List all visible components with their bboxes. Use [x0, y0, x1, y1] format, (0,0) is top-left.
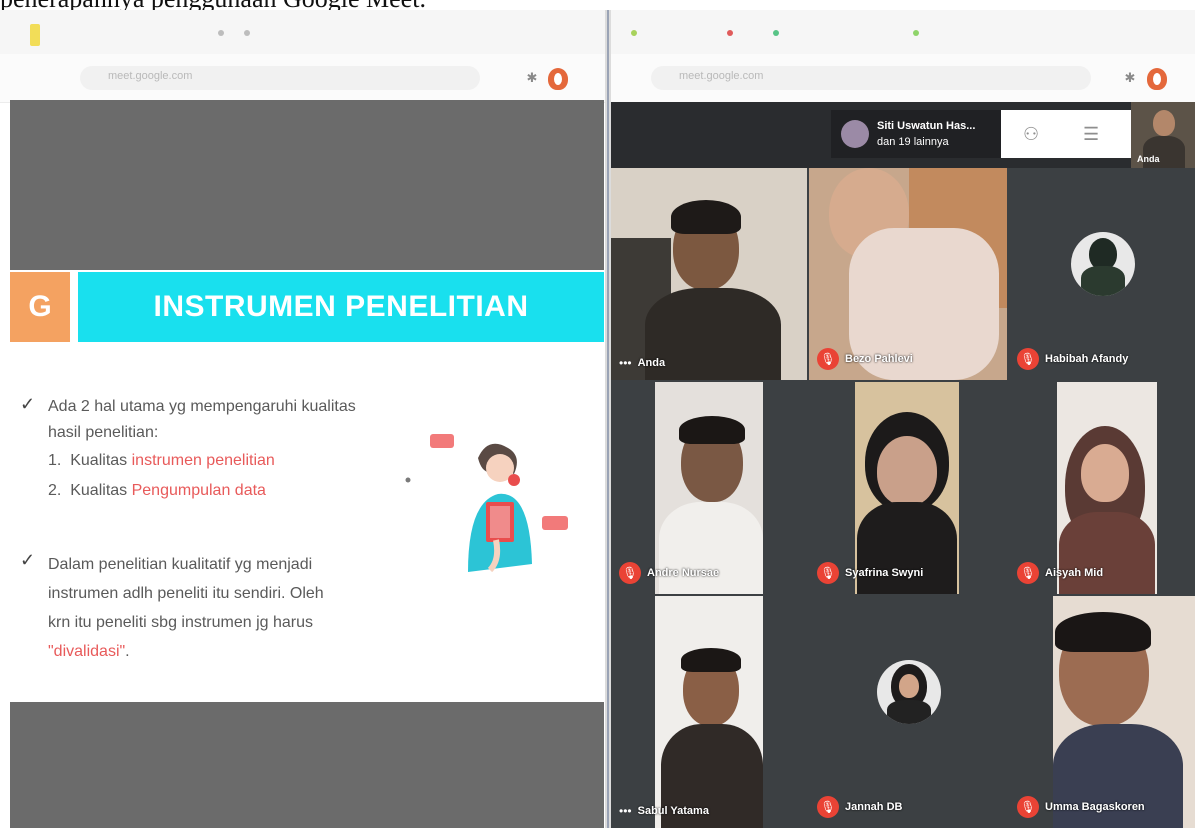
participant-tile[interactable]: 🎙 Habibah Afandy	[1009, 168, 1195, 380]
participant-nameplate: 🎙 Habibah Afandy	[1017, 348, 1128, 370]
check-icon: ✓	[20, 394, 36, 414]
bullet-line: "divalidasi".	[48, 643, 130, 660]
self-view-label: Anda	[1137, 154, 1160, 164]
participant-name: Syafrina Swyni	[845, 567, 924, 579]
participant-tile[interactable]: ••• Sabul Yatama	[611, 596, 807, 828]
participant-name: Umma Bagaskoren	[1045, 801, 1145, 813]
meet-window: meet.google.com ✱ Siti Uswatun Has... da…	[611, 10, 1195, 828]
address-bar[interactable]: meet.google.com	[651, 66, 1091, 90]
profile-avatar-icon[interactable]	[548, 68, 568, 90]
profile-avatar-icon[interactable]	[1147, 68, 1167, 90]
participant-nameplate: 🎙 Syafrina Swyni	[817, 562, 923, 584]
slide-title: INSTRUMEN PENELITIAN	[153, 290, 529, 323]
meet-toolbar: ⚇ ☰	[1001, 110, 1131, 158]
participant-tile[interactable]: ••• Anda	[611, 168, 807, 380]
self-view-thumbnail[interactable]: Anda	[1131, 102, 1195, 168]
people-icon[interactable]: ⚇	[1023, 124, 1039, 145]
mic-muted-icon: 🎙	[1017, 348, 1039, 370]
mic-muted-icon: 🎙	[817, 348, 839, 370]
participant-nameplate: 🎙 Umma Bagaskoren	[1017, 796, 1145, 818]
meet-top-bar: Siti Uswatun Has... dan 19 lainnya ⚇ ☰ A…	[611, 102, 1195, 168]
highlight-text: "divalidasi"	[48, 643, 126, 660]
mic-muted-icon: 🎙	[1017, 796, 1039, 818]
check-icon: ✓	[20, 550, 36, 570]
participant-name: Habibah Afandy	[1045, 353, 1129, 365]
participant-name: Andre Nursae	[647, 567, 720, 579]
participant-nameplate: ••• Anda	[619, 356, 665, 370]
participants-chip-count: dan 19 lainnya	[877, 136, 949, 148]
slide-top-band	[10, 100, 604, 270]
participant-tile[interactable]: 🎙 Bezo Pahlevi	[809, 168, 1007, 380]
highlight-text: Pengumpulan data	[131, 482, 266, 499]
mic-muted-icon: 🎙	[619, 562, 641, 584]
bullet-line: Dalam penelitian kualitatif yg menjadi	[48, 556, 313, 573]
bullet-line: Ada 2 hal utama yg mempengaruhi kualitas	[48, 398, 356, 415]
more-options-icon[interactable]: •••	[619, 804, 632, 818]
participants-chip[interactable]: Siti Uswatun Has... dan 19 lainnya	[831, 110, 1001, 158]
bullet-point: Ada 2 hal utama yg mempengaruhi kualitas…	[48, 394, 356, 446]
slide-title-bar: INSTRUMEN PENELITIAN	[78, 272, 604, 342]
bullet-line: hasil penelitian:	[48, 424, 159, 441]
participant-nameplate: 🎙 Jannah DB	[817, 796, 902, 818]
participant-tile[interactable]: 🎙 Syafrina Swyni	[809, 382, 1007, 594]
list-item: 2. Kualitas Pengumpulan data	[48, 482, 266, 499]
slide-body: ✓ Ada 2 hal utama yg mempengaruhi kualit…	[10, 342, 604, 702]
tab-dot-icon	[244, 30, 250, 36]
browser-toolbar: meet.google.com ✱	[611, 10, 1195, 103]
participant-name: Jannah DB	[845, 801, 903, 813]
participant-tile[interactable]: 🎙 Jannah DB	[809, 596, 1007, 828]
participant-name: Bezo Pahlevi	[845, 353, 913, 365]
participant-grid: ••• Anda 🎙 Bezo Pahlevi 🎙 Habibah Afandy	[611, 168, 1195, 828]
participant-tile[interactable]: 🎙 Umma Bagaskoren	[1009, 596, 1195, 828]
mic-muted-icon: 🎙	[817, 562, 839, 584]
tab-dot-icon	[773, 30, 779, 36]
window-divider-line	[607, 10, 609, 828]
address-row: meet.google.com ✱	[0, 54, 607, 102]
more-options-icon[interactable]: •••	[619, 356, 632, 370]
mic-muted-icon: 🎙	[1017, 562, 1039, 584]
mic-muted-icon: 🎙	[817, 796, 839, 818]
browser-toolbar: meet.google.com ✱	[0, 10, 607, 103]
participants-chip-name: Siti Uswatun Has...	[877, 120, 976, 132]
bullet-line: instrumen adlh peneliti itu sendiri. Ole…	[48, 585, 324, 602]
tab-dot-icon	[631, 30, 637, 36]
chat-icon[interactable]: ☰	[1083, 124, 1099, 145]
address-text: meet.google.com	[679, 70, 764, 82]
tab-dot-icon	[913, 30, 919, 36]
tab-strip	[611, 10, 1195, 54]
participant-name: Sabul Yatama	[637, 805, 709, 817]
extension-icon[interactable]: ✱	[1123, 71, 1137, 85]
tab-favicon-icon[interactable]	[30, 24, 40, 46]
slide-bottom-band	[10, 702, 604, 828]
section-letter: G	[10, 272, 70, 342]
address-row: meet.google.com ✱	[611, 54, 1195, 102]
participant-nameplate: 🎙 Aisyah Mid	[1017, 562, 1103, 584]
participant-tile[interactable]: 🎙 Andre Nursae	[611, 382, 807, 594]
participant-avatar	[877, 660, 941, 724]
participant-nameplate: ••• Sabul Yatama	[619, 804, 709, 818]
slide-banner: G INSTRUMEN PENELITIAN	[10, 272, 604, 342]
slide-window: meet.google.com ✱ G INSTRUMEN PENELITIAN…	[0, 10, 607, 828]
tab-dot-icon	[727, 30, 733, 36]
bullet-point: Dalam penelitian kualitatif yg menjadi i…	[48, 550, 324, 666]
participant-nameplate: 🎙 Bezo Pahlevi	[817, 348, 913, 370]
participant-avatar	[1071, 232, 1135, 296]
woman-with-book-illustration	[405, 434, 568, 572]
address-bar[interactable]: meet.google.com	[80, 66, 480, 90]
extension-icon[interactable]: ✱	[525, 71, 539, 85]
highlight-text: instrumen penelitian	[131, 452, 275, 469]
participant-name: Anda	[637, 357, 666, 369]
participant-name: Aisyah Mid	[1045, 567, 1104, 579]
address-text: meet.google.com	[108, 70, 193, 82]
participant-avatar	[841, 120, 869, 148]
participant-tile[interactable]: 🎙 Aisyah Mid	[1009, 382, 1195, 594]
tab-strip	[0, 10, 607, 54]
tab-dot-icon	[218, 30, 224, 36]
list-item: 1. Kualitas instrumen penelitian	[48, 452, 275, 469]
participant-nameplate: 🎙 Andre Nursae	[619, 562, 719, 584]
bullet-line: krn itu peneliti sbg instrumen jg harus	[48, 614, 314, 631]
